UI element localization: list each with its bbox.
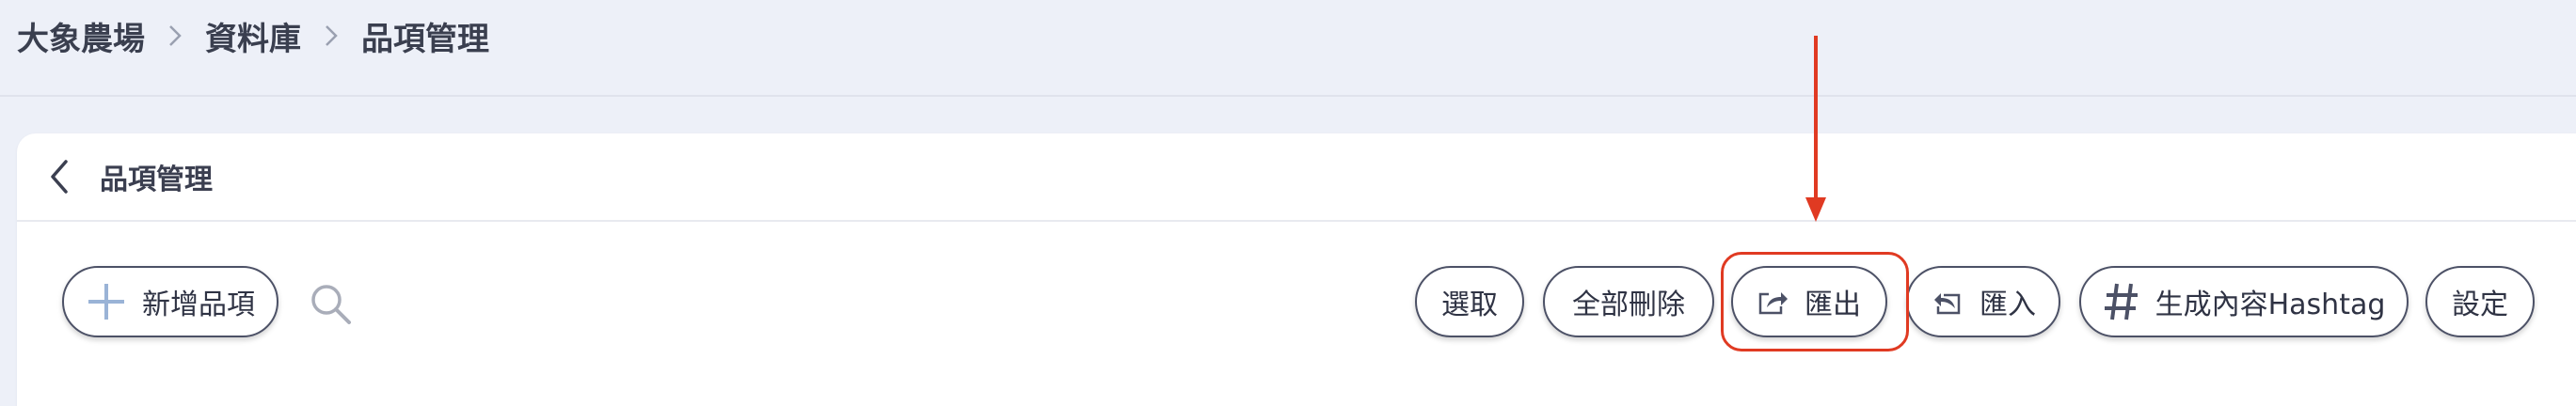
settings-label: 設定 — [2452, 289, 2508, 321]
add-item-button[interactable]: 新增品項 — [62, 266, 278, 337]
select-label: 選取 — [1441, 289, 1498, 321]
export-button[interactable]: 匯出 — [1731, 266, 1887, 337]
export-label: 匯出 — [1805, 289, 1861, 321]
breadcrumb-item-current: 品項管理 — [361, 20, 489, 58]
delete-all-button[interactable]: 全部刪除 — [1543, 266, 1714, 337]
page-title: 品項管理 — [100, 164, 213, 196]
delete-all-label: 全部刪除 — [1572, 289, 1685, 321]
export-icon — [1757, 288, 1789, 316]
breadcrumb-item-farm[interactable]: 大象農場 — [17, 13, 145, 59]
generate-hashtag-label: 生成內容Hashtag — [2155, 289, 2386, 321]
plus-icon — [86, 281, 127, 322]
header-divider — [0, 95, 2576, 97]
annotation-arrow-icon — [1805, 36, 1826, 222]
breadcrumb-item-database[interactable]: 資料庫 — [205, 13, 301, 59]
settings-button[interactable]: 設定 — [2425, 266, 2535, 337]
hashtag-icon — [2103, 281, 2140, 322]
add-item-label: 新增品項 — [142, 289, 255, 321]
breadcrumb: 大象農場 資料庫 品項管理 — [17, 8, 489, 64]
import-button[interactable]: 匯入 — [1906, 266, 2060, 337]
search-icon[interactable] — [307, 280, 354, 327]
import-icon — [1931, 288, 1964, 316]
chevron-right-icon — [322, 17, 341, 55]
import-label: 匯入 — [1980, 289, 2036, 321]
generate-hashtag-button[interactable]: 生成內容Hashtag — [2079, 266, 2409, 337]
back-chevron-icon[interactable] — [41, 158, 79, 195]
chevron-right-icon — [166, 17, 184, 55]
select-button[interactable]: 選取 — [1415, 266, 1524, 337]
card-header: 品項管理 — [17, 133, 2576, 222]
